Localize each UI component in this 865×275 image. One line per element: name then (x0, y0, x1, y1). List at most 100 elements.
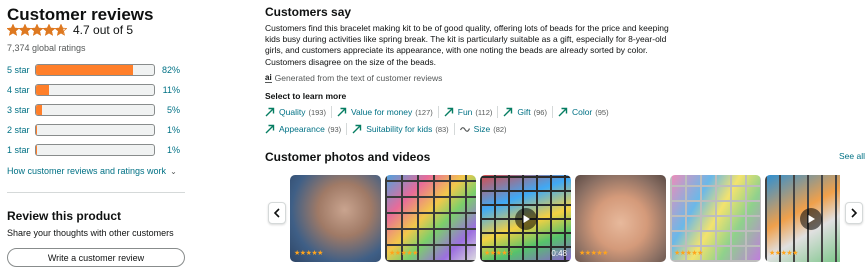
trend-up-icon (337, 107, 347, 117)
star-icon (43, 24, 55, 36)
histogram-star-label: 2 star (7, 125, 30, 135)
star-icon: ★ (602, 250, 608, 257)
histogram-percent: 82% (161, 65, 180, 75)
customer-reviews-heading: Customer reviews (7, 5, 154, 24)
select-to-learn-label: Select to learn more (265, 91, 347, 101)
aspect-count: (193) (308, 107, 326, 117)
photo-rating-stars: ★ ★ ★ ★ ★ (294, 250, 323, 258)
histogram-percent: 1% (166, 125, 180, 135)
aspect-count: (112) (475, 107, 493, 117)
chevron-right-icon (851, 208, 858, 218)
generated-note-text: Generated from the text of customer revi… (274, 73, 443, 83)
star-icon (31, 24, 43, 36)
trend-up-icon (503, 107, 513, 117)
star-icon: ☆ (507, 250, 513, 257)
histogram-row[interactable]: 1 star 1% (7, 144, 180, 156)
customer-photo-thumbnail[interactable]: ★ ★ ★ ★ ★ (670, 175, 761, 262)
average-rating[interactable]: 4.7 out of 5 (7, 23, 133, 37)
review-summary: Customers find this bracelet making kit … (265, 23, 669, 67)
aspect-button[interactable]: Quality (193) (265, 106, 332, 118)
histogram-bar (35, 84, 155, 96)
aspect-row: Appearance (93) Suitability for kids (83) Si… (265, 123, 517, 135)
aspect-button[interactable]: Fun (112) (444, 106, 499, 118)
histogram-row[interactable]: 5 star 82% (7, 64, 180, 76)
carousel-prev-button[interactable] (268, 202, 286, 224)
histogram-star-label: 3 star (7, 105, 30, 115)
write-review-button[interactable]: Write a customer review (7, 248, 185, 267)
star-icon: ★ (317, 250, 323, 257)
aspect-row: Quality (193) Value for money (127) Fun (112)… (265, 106, 619, 118)
aspect-label: Size (473, 124, 491, 134)
aspect-button[interactable]: Suitability for kids (83) (352, 123, 455, 135)
video-duration: 0:48 (551, 249, 567, 258)
trend-up-icon (265, 107, 275, 117)
histogram-row[interactable]: 2 star 1% (7, 124, 180, 136)
trend-up-icon (352, 124, 362, 134)
histogram-percent: 1% (166, 145, 180, 155)
aspect-count: (96) (533, 107, 547, 117)
histogram-percent: 11% (162, 85, 180, 95)
customer-photo-thumbnail[interactable]: ★ ★ ★ ★ ★ (290, 175, 381, 262)
aspect-count: (93) (327, 124, 342, 134)
play-icon (514, 207, 537, 230)
histogram-bar-fill (36, 105, 42, 115)
trend-up-icon (444, 107, 453, 117)
histogram-bar-fill (36, 125, 38, 135)
customer-photo-thumbnail[interactable]: ★ ★ ★ ★ ★ (385, 175, 476, 262)
customer-video-thumbnail[interactable]: ★ ★ ★ ★ ★ (765, 175, 840, 262)
divider (7, 192, 185, 193)
histogram-bar-fill (36, 85, 49, 95)
carousel-next-button[interactable] (845, 202, 863, 224)
histogram-bar (35, 144, 155, 156)
aspect-button[interactable]: Size (82) (459, 123, 512, 135)
generated-note: ai Generated from the text of customer r… (265, 73, 442, 83)
histogram-bar (35, 104, 155, 116)
histogram-percent: 5% (166, 105, 180, 115)
global-ratings-count: 7,374 global ratings (7, 43, 86, 53)
photo-rating-stars: ★ ★ ★ ★ ★ (389, 250, 418, 258)
review-product-heading: Review this product (7, 209, 122, 223)
histogram-star-label: 4 star (7, 85, 30, 95)
histogram-row[interactable]: 4 star 11% (7, 84, 180, 96)
photo-rating-stars: ★ ★ ★ ★ ★ (674, 250, 703, 258)
photo-rating-stars: ★ ★ ★ ★ ☆ (484, 250, 513, 258)
photo-carousel: ★ ★ ★ ★ ★ ★ ★ ★ ★ ★ ★ ★ ★ ★ ☆ 0:48 ★ ★ ★ ★ ★ ★ ★ ★ ★ ★ ★ ★ ★ ★ ★ (290, 175, 840, 262)
aspect-label: Suitability for kids (366, 124, 433, 134)
how-reviews-work-label: How customer reviews and ratings work (7, 166, 167, 176)
aspect-button[interactable]: Appearance (93) (265, 123, 348, 135)
see-all-link[interactable]: See all (839, 151, 865, 161)
photo-rating-stars: ★ ★ ★ ★ ★ (579, 250, 608, 258)
aspect-count: (82) (493, 124, 507, 134)
star-icon (7, 24, 19, 36)
customer-video-thumbnail[interactable]: ★ ★ ★ ★ ☆ 0:48 (480, 175, 571, 262)
rating-text: 4.7 out of 5 (73, 23, 134, 37)
aspect-label: Quality (279, 107, 306, 117)
play-icon (799, 207, 822, 230)
aspect-button[interactable]: Value for money (127) (337, 106, 439, 118)
histogram-bar (35, 64, 155, 76)
aspect-count: (83) (435, 124, 449, 134)
histogram-star-label: 5 star (7, 65, 30, 75)
aspect-label: Fun (457, 107, 473, 117)
share-thoughts-text: Share your thoughts with other customers (7, 228, 174, 238)
histogram-bar-fill (36, 145, 38, 155)
aspect-label: Appearance (279, 124, 325, 134)
customers-say-heading: Customers say (265, 5, 352, 19)
trend-up-icon (265, 124, 275, 134)
aspect-button[interactable]: Color (95) (558, 106, 614, 118)
star-icon: ★ (697, 250, 703, 257)
customer-photo-thumbnail[interactable]: ★ ★ ★ ★ ★ (575, 175, 666, 262)
star-icon: ★ (792, 250, 798, 257)
histogram-row[interactable]: 3 star 5% (7, 104, 180, 116)
aspect-label: Gift (517, 107, 531, 117)
how-reviews-work-link[interactable]: How customer reviews and ratings work ⌄ (7, 166, 177, 176)
mixed-wave-icon (459, 127, 470, 132)
chevron-down-icon: ⌄ (170, 166, 177, 176)
aspect-count: (95) (595, 107, 609, 117)
histogram-star-label: 1 star (7, 145, 30, 155)
customer-photos-heading: Customer photos and videos (265, 150, 431, 164)
rating-stars (7, 24, 67, 36)
aspect-button[interactable]: Gift (96) (503, 106, 553, 118)
star-icon (19, 24, 31, 36)
ai-icon: ai (265, 72, 272, 83)
